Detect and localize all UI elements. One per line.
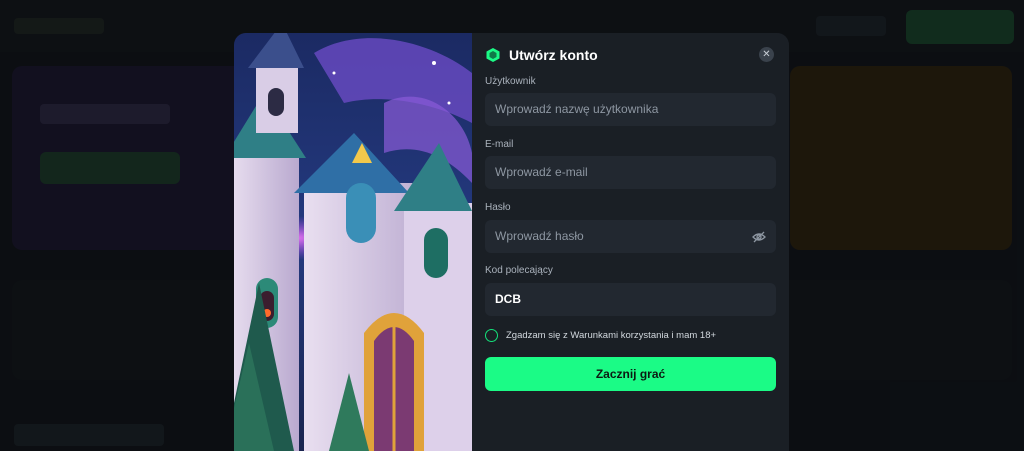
password-placeholder: Wprowadź hasło	[495, 229, 584, 243]
terms-label: Zgadzam się z Warunkami korzystania i ma…	[506, 330, 717, 341]
terms-row: Zgadzam się z Warunkami korzystania i ma…	[485, 329, 716, 342]
start-playing-button[interactable]: Zacznij grać	[485, 357, 776, 391]
password-input[interactable]: Wprowadź hasło	[485, 220, 776, 253]
email-label: E-mail	[485, 139, 514, 150]
username-label: Użytkownik	[485, 76, 536, 87]
hexagon-logo-icon	[486, 48, 500, 62]
password-label: Hasło	[485, 202, 511, 213]
modal-header: Utwórz konto	[485, 45, 598, 65]
eye-slash-icon[interactable]	[752, 230, 766, 244]
modal-title: Utwórz konto	[509, 47, 598, 63]
email-placeholder: Wprowadź e-mail	[495, 165, 588, 179]
signup-form-panel: Utwórz konto ✕ Użytkownik Wprowadź nazwę…	[472, 33, 789, 451]
username-placeholder: Wprowadź nazwę użytkownika	[495, 102, 659, 116]
terms-checkbox[interactable]	[485, 329, 498, 342]
referral-code-value: DCB	[495, 292, 521, 306]
referral-label: Kod polecający	[485, 265, 553, 276]
castle-illustration	[234, 33, 472, 451]
username-input[interactable]: Wprowadź nazwę użytkownika	[485, 93, 776, 126]
referral-code-input[interactable]: DCB	[485, 283, 776, 316]
email-input[interactable]: Wprowadź e-mail	[485, 156, 776, 189]
signup-modal: Utwórz konto ✕ Użytkownik Wprowadź nazwę…	[234, 33, 789, 451]
close-icon[interactable]: ✕	[759, 47, 774, 62]
